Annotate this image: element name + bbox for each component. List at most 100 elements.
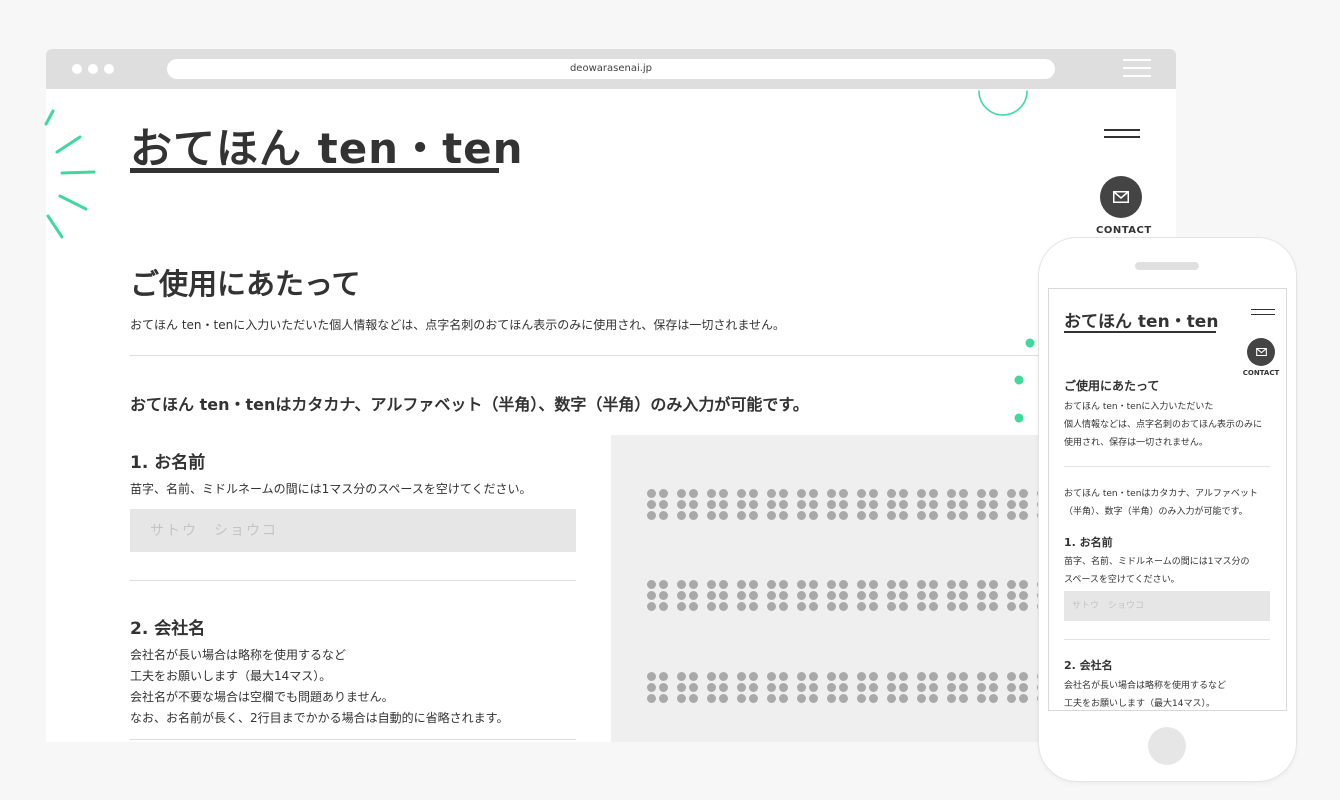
braille-dot: [947, 591, 956, 600]
braille-dot: [839, 602, 848, 611]
braille-dot: [647, 683, 656, 692]
braille-dot: [809, 591, 818, 600]
braille-dot: [917, 694, 926, 703]
braille-dot: [647, 580, 656, 589]
mobile-section-title-name: 1. お名前: [1064, 536, 1113, 549]
braille-cell: [797, 580, 818, 611]
braille-dot: [827, 580, 836, 589]
braille-cell: [707, 489, 728, 520]
contact-circle[interactable]: [1100, 176, 1142, 218]
mobile-contact-button[interactable]: CONTACT: [1241, 338, 1281, 377]
address-bar[interactable]: deowarasenai.jp: [167, 59, 1055, 79]
braille-dot: [959, 511, 968, 520]
page-heading: ご使用にあたって: [130, 267, 361, 301]
braille-dot: [707, 683, 716, 692]
browser-window: deowarasenai.jp おてほん ten・ten CONTACT ご使用…: [46, 49, 1176, 742]
braille-dot: [809, 602, 818, 611]
braille-dot: [899, 672, 908, 681]
braille-dot: [839, 500, 848, 509]
phone-screen: おてほん ten・ten CONTACT ご使用にあたって おてほん ten・t…: [1048, 288, 1287, 711]
contact-circle[interactable]: [1247, 338, 1275, 366]
braille-dot: [947, 489, 956, 498]
braille-dot: [707, 500, 716, 509]
braille-dot: [767, 602, 776, 611]
braille-dot: [989, 591, 998, 600]
braille-dot: [869, 591, 878, 600]
braille-cell: [857, 580, 878, 611]
site-logo[interactable]: おてほん ten・ten: [130, 115, 524, 176]
braille-dot: [1019, 489, 1028, 498]
braille-dot: [929, 580, 938, 589]
braille-dot: [959, 672, 968, 681]
braille-dot: [779, 672, 788, 681]
braille-dot: [779, 500, 788, 509]
braille-dot: [887, 672, 896, 681]
braille-dot: [779, 591, 788, 600]
braille-dot: [689, 672, 698, 681]
braille-cell: [977, 672, 998, 703]
text-line: （半角）、数字（半角）のみ入力が可能です。: [1064, 507, 1248, 517]
braille-dot: [887, 694, 896, 703]
name-input[interactable]: [130, 509, 576, 552]
braille-dot: [827, 683, 836, 692]
hamburger-icon[interactable]: [1104, 129, 1140, 143]
braille-dot: [659, 683, 668, 692]
braille-dot: [809, 683, 818, 692]
braille-dot: [749, 489, 758, 498]
text-line: 使用され、保存は一切されません。: [1064, 438, 1208, 448]
browser-chrome: deowarasenai.jp: [46, 49, 1176, 89]
braille-cell: [857, 672, 878, 703]
braille-cell: [917, 672, 938, 703]
braille-dot: [869, 489, 878, 498]
braille-cell: [947, 489, 968, 520]
contact-button[interactable]: CONTACT: [1096, 176, 1151, 236]
hamburger-icon[interactable]: [1251, 309, 1275, 319]
braille-dot: [719, 602, 728, 611]
braille-cell: [977, 489, 998, 520]
braille-dot: [677, 591, 686, 600]
section-title-name: 1. お名前: [130, 453, 206, 473]
braille-dot: [1007, 489, 1016, 498]
braille-dot: [857, 500, 866, 509]
braille-dot: [677, 500, 686, 509]
braille-row: [647, 580, 1067, 611]
input-note: おてほん ten・tenはカタカナ、アルファベット（半角）、数字（半角）のみ入力…: [130, 395, 809, 414]
browser-menu-icon[interactable]: [1123, 59, 1151, 79]
braille-dot: [719, 694, 728, 703]
braille-dot: [677, 694, 686, 703]
braille-dot: [707, 602, 716, 611]
braille-dot: [929, 489, 938, 498]
braille-dot: [977, 694, 986, 703]
braille-dot: [977, 683, 986, 692]
braille-dot: [779, 511, 788, 520]
braille-dot: [989, 672, 998, 681]
braille-dot: [989, 694, 998, 703]
section-desc-company: 会社名が長い場合は略称を使用するなど 工夫をお願いします（最大14マス）。 会社…: [130, 645, 508, 729]
divider: [1064, 639, 1270, 640]
mobile-site-logo[interactable]: おてほん ten・ten: [1064, 307, 1218, 332]
braille-dot: [767, 580, 776, 589]
braille-dot: [707, 591, 716, 600]
braille-dot: [917, 602, 926, 611]
braille-dot: [647, 602, 656, 611]
braille-dot: [977, 500, 986, 509]
braille-cell: [827, 489, 848, 520]
braille-dot: [1019, 672, 1028, 681]
braille-dot: [767, 672, 776, 681]
braille-dot: [959, 500, 968, 509]
phone-mockup: おてほん ten・ten CONTACT ご使用にあたって おてほん ten・t…: [1039, 238, 1296, 781]
braille-dot: [719, 500, 728, 509]
braille-dot: [899, 694, 908, 703]
braille-dot: [647, 500, 656, 509]
braille-dot: [809, 500, 818, 509]
braille-dot: [737, 602, 746, 611]
braille-dot: [719, 511, 728, 520]
braille-dot: [917, 672, 926, 681]
braille-cell: [707, 580, 728, 611]
braille-dot: [947, 683, 956, 692]
braille-dot: [899, 591, 908, 600]
braille-dot: [767, 591, 776, 600]
braille-dot: [719, 580, 728, 589]
mobile-name-input[interactable]: [1064, 591, 1270, 621]
braille-dot: [1007, 694, 1016, 703]
